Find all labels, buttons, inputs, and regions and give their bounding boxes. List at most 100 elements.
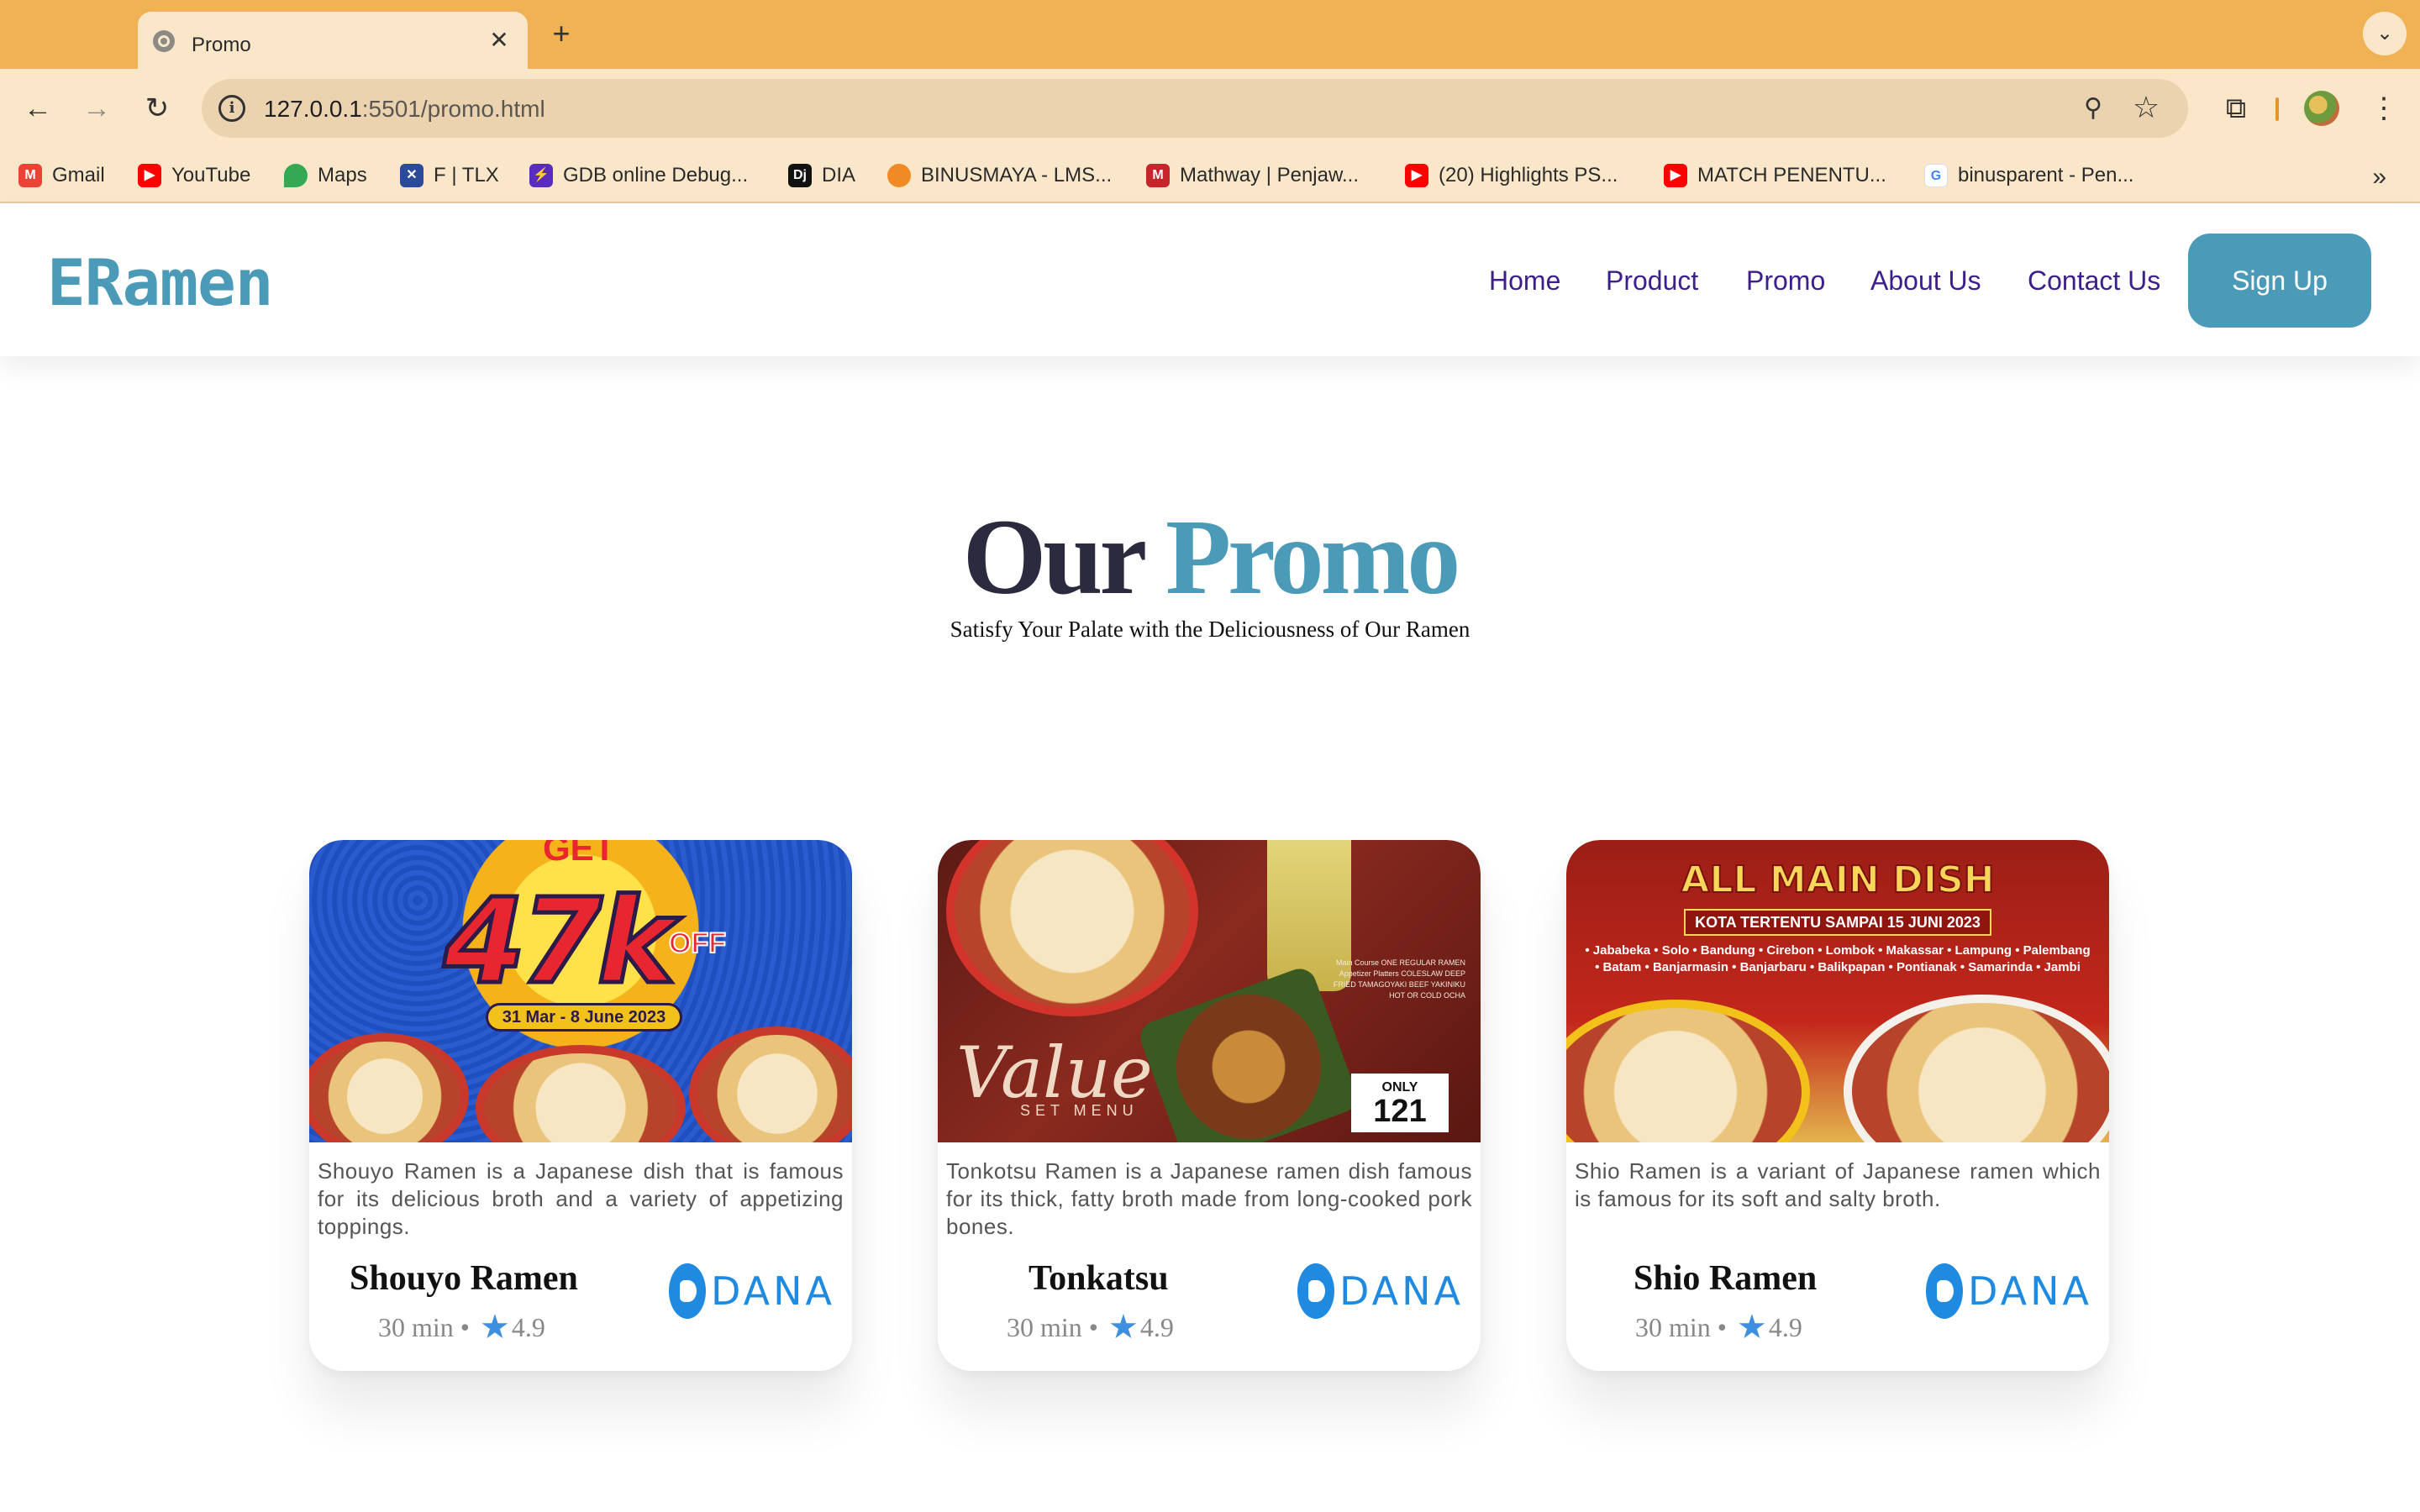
promo-image-shio: ALL MAIN DISH KOTA TERTENTU SAMPAI 15 JU…	[1566, 840, 2109, 1142]
nav-promo[interactable]: Promo	[1746, 265, 1825, 297]
google-icon: G	[1924, 164, 1948, 187]
maps-icon	[284, 164, 308, 187]
nav-about-us[interactable]: About Us	[1870, 265, 1981, 297]
art-price-text: 121	[1373, 1094, 1427, 1129]
art-amount-text: 47k	[442, 872, 678, 1013]
zoom-icon[interactable]: ⚲	[2077, 92, 2109, 124]
promo-card-shouyo[interactable]: GET 47k OFF 31 Mar - 8 June 2023 Shouyo …	[309, 840, 852, 1371]
bookmark-label: (20) Highlights PS...	[1439, 164, 1618, 186]
bookmark-label: MATCH PENENTU...	[1697, 164, 1886, 186]
tab-search-button[interactable]: ⌄	[2363, 12, 2407, 55]
nav-product[interactable]: Product	[1606, 265, 1698, 297]
bookmark-item[interactable]: M Mathway | Penjaw...	[1146, 160, 1359, 192]
ramen-bowl-image	[689, 1026, 852, 1142]
payment-label: DANA	[1968, 1268, 2092, 1314]
forward-button[interactable]: →	[76, 87, 118, 129]
art-get-text: GET	[543, 840, 616, 868]
promo-rating: 4.9	[1768, 1311, 1802, 1342]
ramen-bowl-image	[309, 1033, 469, 1142]
promo-description: Tonkotsu Ramen is a Japanese ramen dish …	[946, 1158, 1472, 1239]
nav-contact-us[interactable]: Contact Us	[2028, 265, 2160, 297]
bookmark-item[interactable]: ▶ MATCH PENENTU...	[1664, 160, 1886, 192]
site-logo[interactable]: ERamen	[47, 245, 274, 320]
dana-logo: DANA	[1926, 1260, 2092, 1322]
address-bar[interactable]: i 127.0.0.1:5501/promo.html ⚲ ☆	[202, 79, 2188, 138]
bookmark-label: binusparent - Pen...	[1958, 164, 2134, 186]
payment-label: DANA	[1339, 1268, 1464, 1314]
bookmark-item[interactable]: ▶ YouTube	[138, 160, 250, 192]
bookmark-item[interactable]: ✕ F | TLX	[400, 160, 499, 192]
url-path: :5501/promo.html	[361, 96, 545, 122]
art-cities-text: • Jababeka • Solo • Bandung • Cirebon • …	[1585, 943, 2091, 974]
bookmark-item[interactable]: Gbinusparent - Pen...	[1924, 160, 2133, 192]
dana-icon	[1297, 1263, 1335, 1319]
browser-tabstrip: Promo ✕ + ⌄	[0, 0, 2420, 69]
promo-meta: 30 min • ★ 4.9	[1007, 1308, 1174, 1346]
title-word-promo: Promo	[1165, 497, 1460, 617]
browser-tab[interactable]: Promo ✕	[138, 12, 528, 69]
bookmark-label: DIA	[822, 164, 856, 186]
title-word-our: Our	[962, 497, 1145, 617]
url-text[interactable]: 127.0.0.1:5501/promo.html	[264, 96, 545, 123]
back-button[interactable]: ←	[17, 87, 59, 129]
tab-title: Promo	[192, 34, 251, 56]
bookmark-label: BINUSMAYA - LMS...	[921, 164, 1113, 186]
promo-name: Shouyo Ramen	[350, 1259, 578, 1298]
promo-meta: 30 min • ★ 4.9	[378, 1308, 545, 1346]
bookmark-item[interactable]: ⚡ GDB online Debug...	[529, 160, 748, 192]
bookmark-item[interactable]: Dj DIA	[788, 160, 855, 192]
profile-avatar[interactable]	[2304, 91, 2339, 126]
promo-artwork: Value SET MENU Main Course ONE REGULAR R…	[938, 840, 1481, 1142]
star-icon: ★	[1107, 1308, 1139, 1346]
promo-image-tonkatsu: Value SET MENU Main Course ONE REGULAR R…	[938, 840, 1481, 1142]
bookmark-label: Gmail	[52, 164, 105, 186]
promo-description: Shouyo Ramen is a Japanese dish that is …	[318, 1158, 844, 1239]
promo-meta: 30 min • ★ 4.9	[1635, 1308, 1802, 1346]
sign-up-button[interactable]: Sign Up	[2188, 234, 2371, 328]
promo-rating: 4.9	[1139, 1311, 1174, 1342]
dana-logo: DANA	[1297, 1260, 1464, 1322]
promo-card-shio[interactable]: ALL MAIN DISH KOTA TERTENTU SAMPAI 15 JU…	[1566, 840, 2109, 1371]
binusmaya-icon	[887, 164, 911, 187]
gmail-icon: M	[18, 164, 42, 187]
toolbar-divider	[2275, 97, 2279, 121]
bookmark-label: YouTube	[171, 164, 251, 186]
bookmark-label: Maps	[318, 164, 367, 186]
bookmark-item[interactable]: BINUSMAYA - LMS...	[887, 160, 1112, 192]
bookmark-item[interactable]: M Gmail	[18, 160, 105, 192]
bookmark-label: Mathway | Penjaw...	[1180, 164, 1359, 186]
dana-icon	[1926, 1263, 1964, 1319]
promo-card-tonkatsu[interactable]: Value SET MENU Main Course ONE REGULAR R…	[938, 840, 1481, 1371]
promo-artwork: GET 47k OFF 31 Mar - 8 June 2023	[309, 840, 852, 1142]
bookmark-label: F | TLX	[434, 164, 499, 186]
ramen-bowl-image	[1566, 1000, 1810, 1142]
art-date-text: 31 Mar - 8 June 2023	[486, 1003, 682, 1032]
new-tab-button[interactable]: +	[544, 17, 578, 50]
promo-name: Shio Ramen	[1634, 1259, 1818, 1298]
bookmark-star-icon[interactable]: ☆	[2129, 91, 2163, 124]
promo-image-shouyo: GET 47k OFF 31 Mar - 8 June 2023	[309, 840, 852, 1142]
bookmark-item[interactable]: ▶ (20) Highlights PS...	[1405, 160, 1618, 192]
more-bookmarks-icon[interactable]: »	[2372, 163, 2386, 192]
browser-toolbar: ← → ↻ i 127.0.0.1:5501/promo.html ⚲ ☆ ⧉ …	[0, 69, 2420, 148]
url-host: 127.0.0.1	[264, 96, 362, 122]
close-tab-icon[interactable]: ✕	[486, 27, 513, 54]
art-set-menu-text: SET MENU	[1020, 1102, 1139, 1119]
nav-home[interactable]: Home	[1489, 265, 1560, 297]
globe-icon	[153, 30, 175, 52]
ramen-bowl-image	[1844, 995, 2109, 1142]
extensions-icon[interactable]: ⧉	[2215, 87, 2257, 129]
dana-logo: DANA	[669, 1260, 835, 1322]
mathway-icon: M	[1146, 164, 1170, 187]
youtube-icon: ▶	[1664, 164, 1687, 187]
browser-menu-icon[interactable]: ⋮	[2363, 87, 2405, 129]
bookmark-item[interactable]: Maps	[284, 160, 367, 192]
reload-button[interactable]: ↻	[136, 87, 178, 129]
star-icon: ★	[479, 1308, 510, 1346]
bookmarks-bar: M Gmail ▶ YouTube Maps ✕ F | TLX ⚡ GDB onlin…	[0, 148, 2420, 203]
promo-name: Tonkatsu	[1028, 1259, 1169, 1298]
ramen-bowl-image	[476, 1045, 686, 1142]
art-only-text: ONLY	[1381, 1080, 1418, 1095]
site-info-icon[interactable]: i	[218, 95, 245, 122]
art-ribbon-text: KOTA TERTENTU SAMPAI 15 JUNI 2023	[1684, 909, 1991, 936]
